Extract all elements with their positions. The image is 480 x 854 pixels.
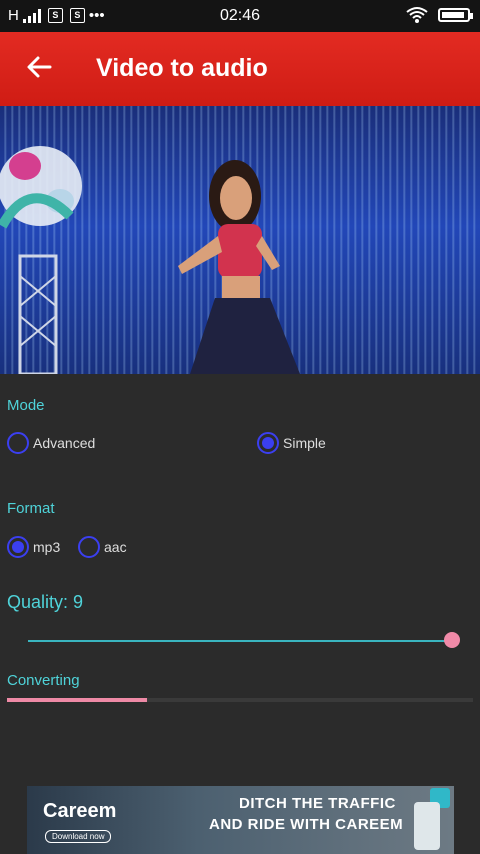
ad-brand-logo: Careem: [43, 800, 117, 822]
ad-download-button[interactable]: Download now: [45, 830, 112, 843]
ad-headline-2: AND RIDE WITH CAREEM: [209, 816, 404, 833]
mode-advanced-label: Advanced: [33, 435, 96, 451]
radio-checked-icon: [7, 536, 29, 558]
video-preview[interactable]: [0, 106, 480, 374]
ad-banner[interactable]: Careem Download now DITCH THE TRAFFIC AN…: [27, 786, 454, 854]
battery-icon: [438, 8, 473, 22]
status-right: [406, 6, 473, 24]
mode-simple-label: Simple: [283, 435, 326, 451]
status-bar: H S S ••• 02:46: [0, 0, 480, 32]
arrow-left-icon[interactable]: [22, 50, 56, 84]
mode-advanced-radio[interactable]: Advanced: [7, 432, 95, 454]
format-aac-label: aac: [104, 539, 127, 555]
quality-label: Quality: 9: [7, 592, 84, 612]
video-frame-image: [0, 146, 300, 374]
format-mp3-label: mp3: [33, 539, 61, 555]
mode-label: Mode: [7, 397, 45, 414]
mode-simple-radio[interactable]: Simple: [257, 432, 326, 454]
radio-unchecked-icon: [7, 432, 29, 454]
app-bar: Video to audio: [0, 32, 480, 106]
quality-slider-track[interactable]: [28, 640, 452, 642]
radio-unchecked-icon: [78, 536, 100, 558]
ad-headline-1: DITCH THE TRAFFIC: [239, 795, 396, 812]
page-title: Video to audio: [96, 54, 268, 82]
dancer-figure: [178, 160, 300, 374]
format-label: Format: [7, 500, 55, 517]
quality-slider-thumb[interactable]: [444, 632, 460, 648]
wifi-icon: [406, 7, 428, 23]
radio-checked-icon: [257, 432, 279, 454]
ad-phone-graphic: [414, 802, 440, 850]
flower-stand-graphic: [0, 146, 82, 374]
format-mp3-radio[interactable]: mp3: [7, 536, 60, 558]
converting-progress-fill: [7, 698, 147, 702]
converting-label: Converting: [7, 672, 80, 689]
converting-progress-bar: [7, 698, 473, 702]
format-aac-radio[interactable]: aac: [78, 536, 127, 558]
